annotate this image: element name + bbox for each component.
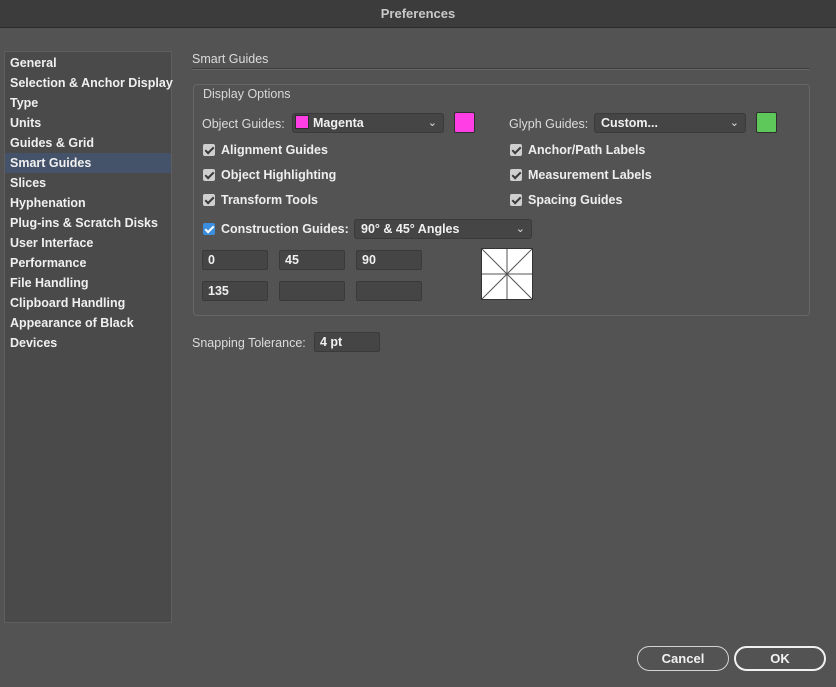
object-highlighting-checkbox[interactable]: Object Highlighting (203, 167, 336, 183)
construction-guides-label: Construction Guides: (221, 222, 349, 236)
measurement-labels-label: Measurement Labels (528, 168, 652, 182)
angle-field-2[interactable]: 45 (279, 250, 345, 270)
sidebar-item-units[interactable]: Units (5, 113, 171, 133)
sidebar-item-selection-anchor-display[interactable]: Selection & Anchor Display (5, 73, 173, 93)
preferences-sidebar: General Selection & Anchor Display Type … (4, 51, 173, 623)
construction-angles-value: 90° & 45° Angles (361, 222, 460, 236)
chevron-down-icon: ⌄ (729, 117, 739, 129)
object-guides-value: Magenta (313, 116, 364, 130)
sidebar-item-slices[interactable]: Slices (5, 173, 171, 193)
sidebar-item-file-handling[interactable]: File Handling (5, 273, 171, 293)
sidebar-item-hyphenation[interactable]: Hyphenation (5, 193, 171, 213)
sidebar-item-appearance-of-black[interactable]: Appearance of Black (5, 313, 171, 333)
object-guides-color-chip (295, 115, 309, 130)
ok-button[interactable]: OK (734, 646, 826, 671)
checkmark-icon (510, 194, 522, 206)
angle-field-5[interactable] (279, 281, 345, 301)
panel-title-divider (192, 68, 810, 70)
spacing-guides-checkbox[interactable]: Spacing Guides (510, 192, 622, 208)
construction-angles-preview (481, 248, 533, 300)
checkmark-icon (203, 223, 215, 235)
glyph-guides-label: Glyph Guides: (509, 117, 589, 131)
transform-tools-checkbox[interactable]: Transform Tools (203, 192, 318, 208)
angle-lines-icon (481, 248, 533, 300)
snapping-tolerance-label: Snapping Tolerance: (192, 336, 306, 350)
glyph-guides-value: Custom... (601, 116, 658, 130)
chevron-down-icon: ⌄ (427, 117, 437, 129)
sidebar-item-performance[interactable]: Performance (5, 253, 171, 273)
checkmark-icon (203, 194, 215, 206)
measurement-labels-checkbox[interactable]: Measurement Labels (510, 167, 652, 183)
cancel-button[interactable]: Cancel (637, 646, 729, 671)
sidebar-item-devices[interactable]: Devices (5, 333, 171, 353)
anchor-path-labels-label: Anchor/Path Labels (528, 143, 646, 157)
sidebar-item-type[interactable]: Type (5, 93, 171, 113)
object-guides-dropdown[interactable]: Magenta ⌄ (292, 113, 444, 133)
sidebar-item-guides-grid[interactable]: Guides & Grid (5, 133, 171, 153)
angle-field-4[interactable]: 135 (202, 281, 268, 301)
window-title: Preferences (0, 0, 836, 28)
checkmark-icon (203, 169, 215, 181)
glyph-guides-color-swatch[interactable] (756, 112, 777, 133)
sidebar-item-general[interactable]: General (5, 53, 171, 73)
anchor-path-labels-checkbox[interactable]: Anchor/Path Labels (510, 142, 645, 158)
object-highlighting-label: Object Highlighting (221, 168, 337, 182)
checkmark-icon (510, 169, 522, 181)
construction-guides-checkbox[interactable]: Construction Guides: (203, 221, 349, 237)
checkmark-icon (510, 144, 522, 156)
angle-field-6[interactable] (356, 281, 422, 301)
transform-tools-label: Transform Tools (221, 193, 319, 207)
spacing-guides-label: Spacing Guides (528, 193, 623, 207)
glyph-guides-dropdown[interactable]: Custom... ⌄ (594, 113, 746, 133)
checkmark-icon (203, 144, 215, 156)
snapping-tolerance-field[interactable]: 4 pt (314, 332, 380, 352)
display-options-label: Display Options (202, 87, 292, 101)
sidebar-item-clipboard-handling[interactable]: Clipboard Handling (5, 293, 171, 313)
angle-field-1[interactable]: 0 (202, 250, 268, 270)
angle-field-3[interactable]: 90 (356, 250, 422, 270)
object-guides-label: Object Guides: (202, 117, 285, 131)
sidebar-item-user-interface[interactable]: User Interface (5, 233, 171, 253)
construction-angles-dropdown[interactable]: 90° & 45° Angles ⌄ (354, 219, 532, 239)
sidebar-item-plugins-scratch-disks[interactable]: Plug-ins & Scratch Disks (5, 213, 171, 233)
object-guides-color-swatch[interactable] (454, 112, 475, 133)
panel-title: Smart Guides (192, 52, 269, 66)
alignment-guides-checkbox[interactable]: Alignment Guides (203, 142, 328, 158)
chevron-down-icon: ⌄ (515, 223, 525, 235)
sidebar-item-smart-guides[interactable]: Smart Guides (5, 153, 171, 173)
alignment-guides-label: Alignment Guides (221, 143, 328, 157)
